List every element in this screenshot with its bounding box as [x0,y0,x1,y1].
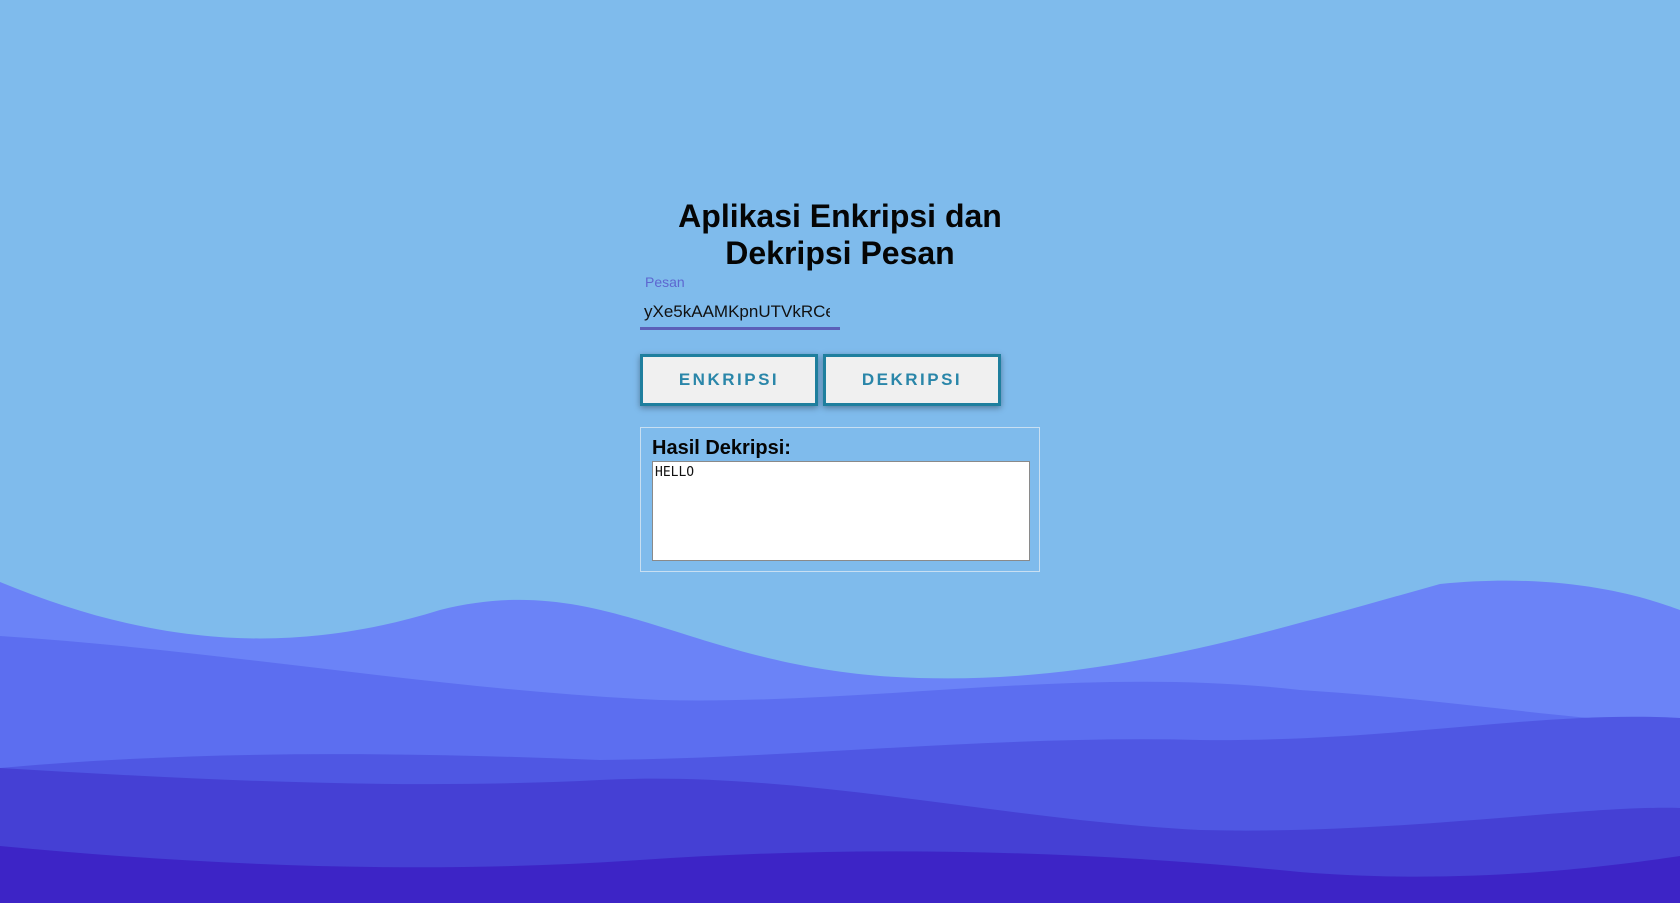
result-output[interactable]: HELLO [652,461,1030,561]
message-field: Pesan [640,274,840,332]
app-container: Aplikasi Enkripsi dan Dekripsi Pesan Pes… [640,198,1040,572]
message-input[interactable] [640,296,840,330]
message-label: Pesan [645,274,685,290]
page-title: Aplikasi Enkripsi dan Dekripsi Pesan [678,198,1002,271]
encrypt-button[interactable]: ENKRIPSI [640,354,818,406]
result-panel: Hasil Dekripsi: HELLO [640,427,1040,572]
decrypt-button[interactable]: DEKRIPSI [823,354,1001,406]
result-title: Hasil Dekripsi: [652,437,791,459]
